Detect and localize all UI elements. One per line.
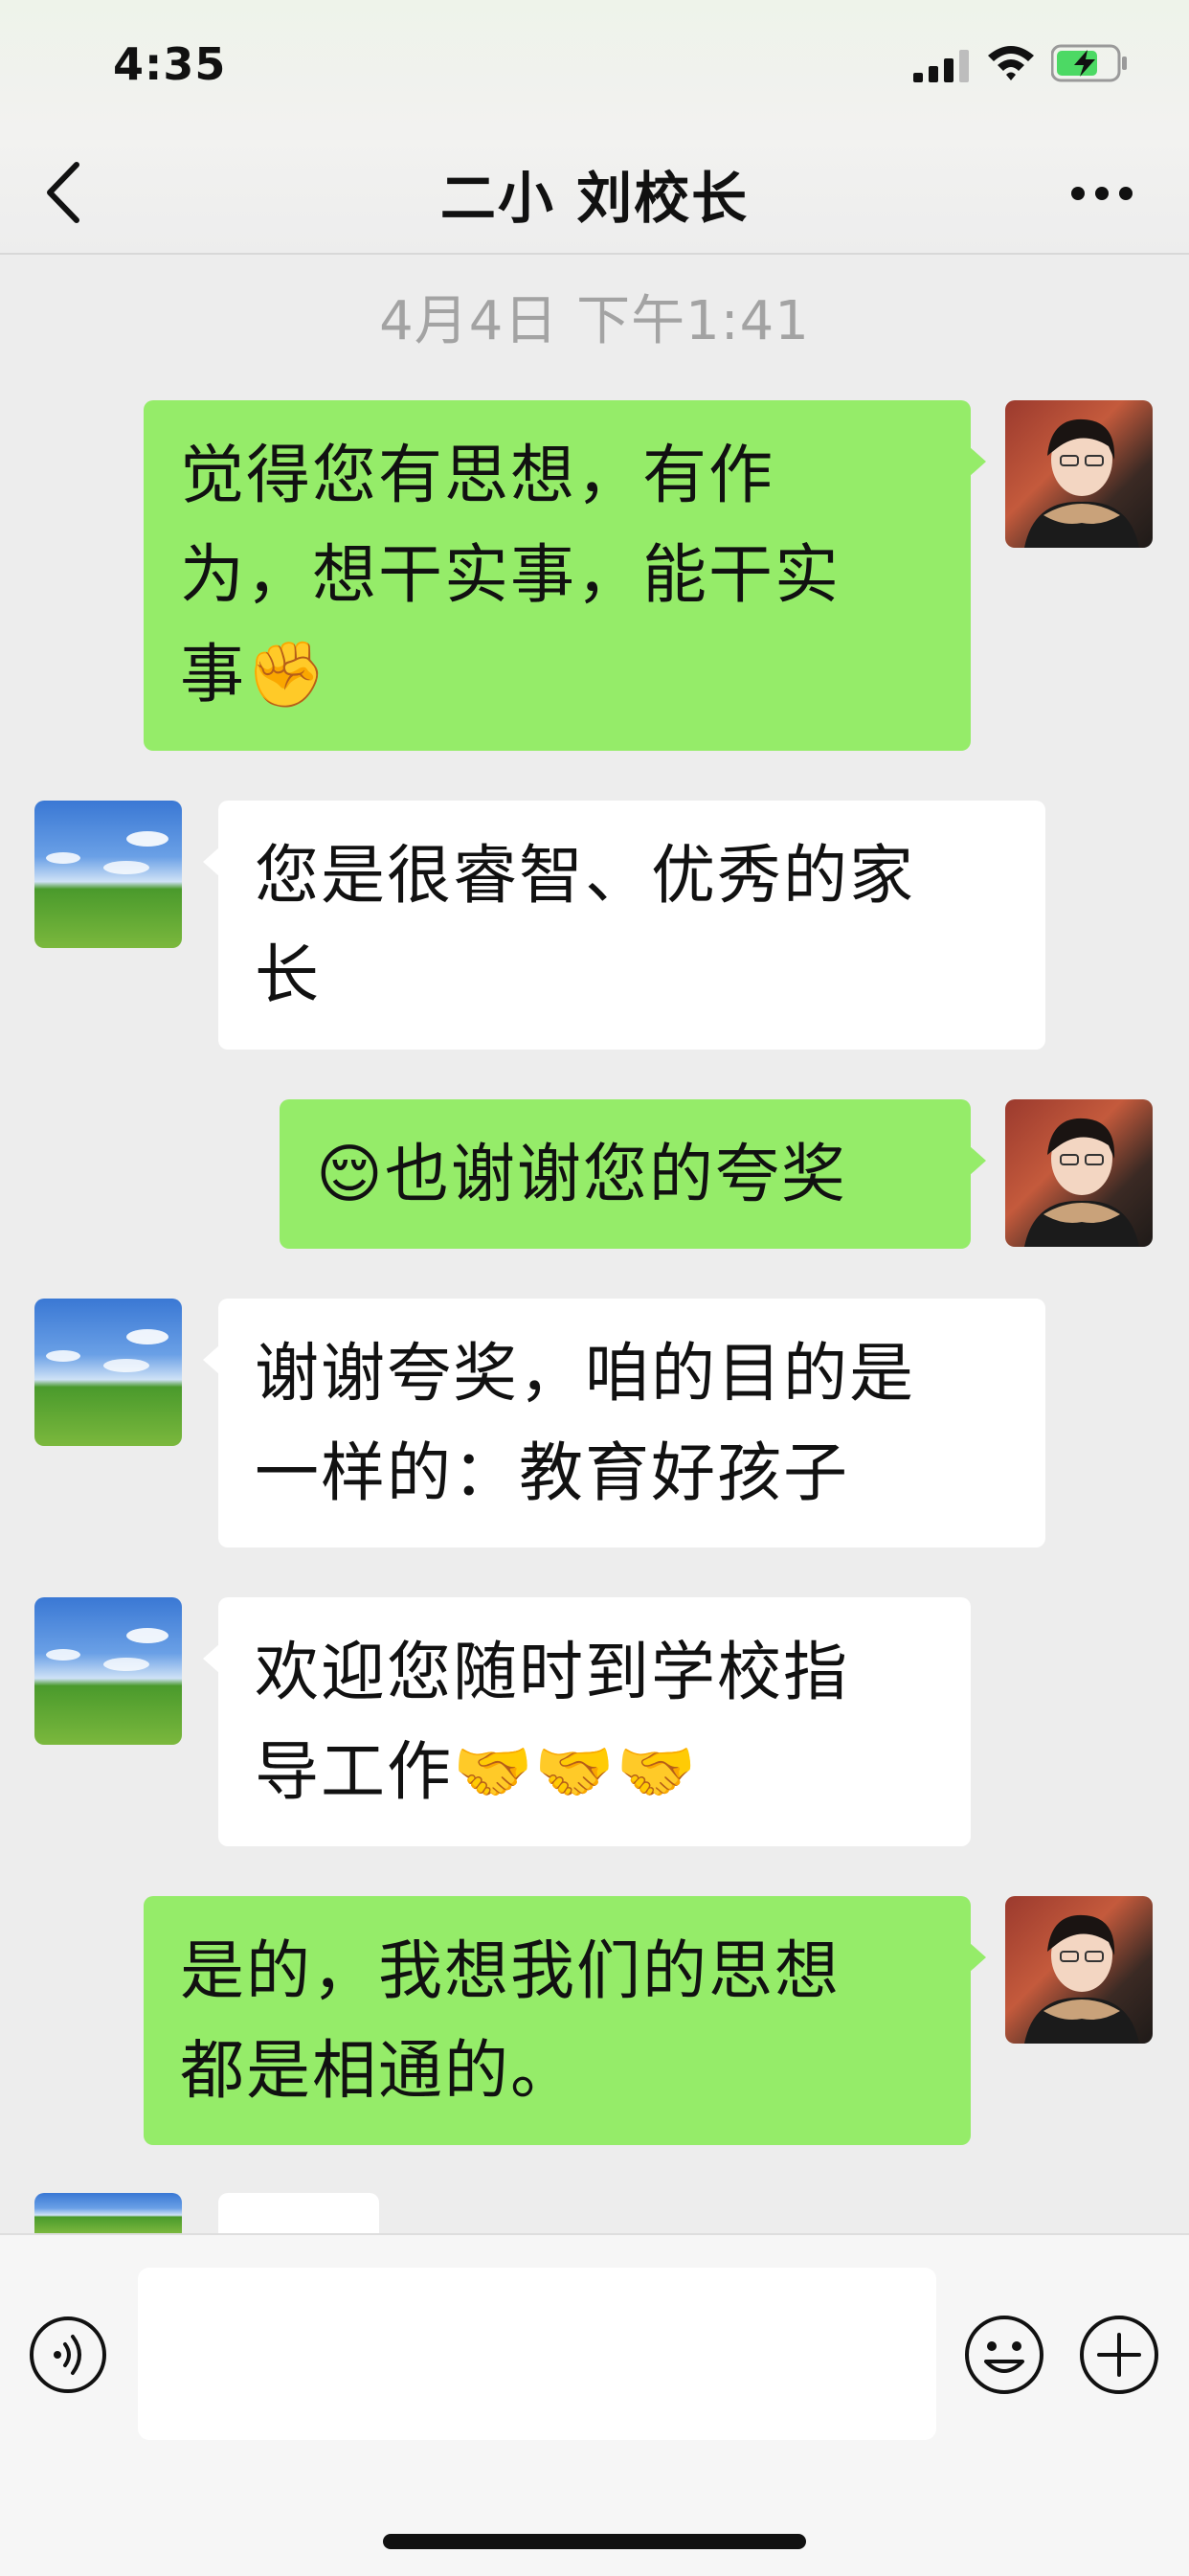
landscape-avatar-icon bbox=[46, 1628, 168, 1671]
message-bubble-contact[interactable]: 您是很睿智、优秀的家 长 bbox=[203, 801, 1045, 1050]
self-avatar[interactable] bbox=[1005, 1099, 1153, 1247]
status-time: 4:35 bbox=[113, 38, 227, 90]
status-bar: 4:35 bbox=[0, 0, 1189, 134]
wifi-icon bbox=[988, 46, 1034, 80]
plus-icon[interactable] bbox=[1078, 2314, 1160, 2396]
input-bar bbox=[0, 2233, 1189, 2576]
contact-avatar[interactable] bbox=[34, 1299, 182, 1446]
message-bubble-contact[interactable]: 欢迎您随时到学校指 导工作🤝🤝🤝 bbox=[203, 1597, 971, 1846]
message-bubble-contact[interactable]: 谢谢夸奖，咱的目的是 一样的：教育好孩子 bbox=[203, 1299, 1045, 1548]
battery-charging-icon bbox=[1051, 44, 1127, 82]
contact-avatar[interactable] bbox=[34, 801, 182, 948]
emoji-icon[interactable] bbox=[963, 2314, 1045, 2396]
message-bubble-contact-partial[interactable] bbox=[218, 2193, 379, 2233]
message-bubble-self[interactable]: 觉得您有思想，有作 为，想干实事，能干实 事✊ bbox=[144, 400, 986, 751]
message-timestamp: 4月4日 下午1:41 bbox=[379, 290, 810, 352]
person-avatar-icon bbox=[1024, 1118, 1139, 1247]
landscape-avatar-icon bbox=[46, 1329, 168, 1372]
message-bubble-self[interactable]: 😌也谢谢您的夸奖 bbox=[280, 1099, 986, 1249]
chat-title: 二小 刘校长 bbox=[439, 166, 750, 231]
message-input[interactable] bbox=[138, 2268, 936, 2440]
message-bubble-self[interactable]: 是的，我想我们的思想 都是相通的。 bbox=[144, 1896, 986, 2145]
voice-input-icon[interactable] bbox=[29, 2316, 107, 2394]
landscape-avatar-icon bbox=[46, 831, 168, 874]
person-avatar-icon bbox=[1024, 1914, 1139, 2044]
self-avatar[interactable] bbox=[1005, 400, 1153, 548]
contact-avatar[interactable] bbox=[34, 2193, 182, 2233]
home-indicator bbox=[383, 2534, 806, 2549]
signal-icon bbox=[913, 50, 969, 82]
contact-avatar[interactable] bbox=[34, 1597, 182, 1745]
person-avatar-icon bbox=[1024, 418, 1139, 548]
self-avatar[interactable] bbox=[1005, 1896, 1153, 2044]
more-options-icon[interactable] bbox=[1070, 186, 1133, 201]
nav-bar: 二小 刘校长 bbox=[0, 134, 1189, 255]
